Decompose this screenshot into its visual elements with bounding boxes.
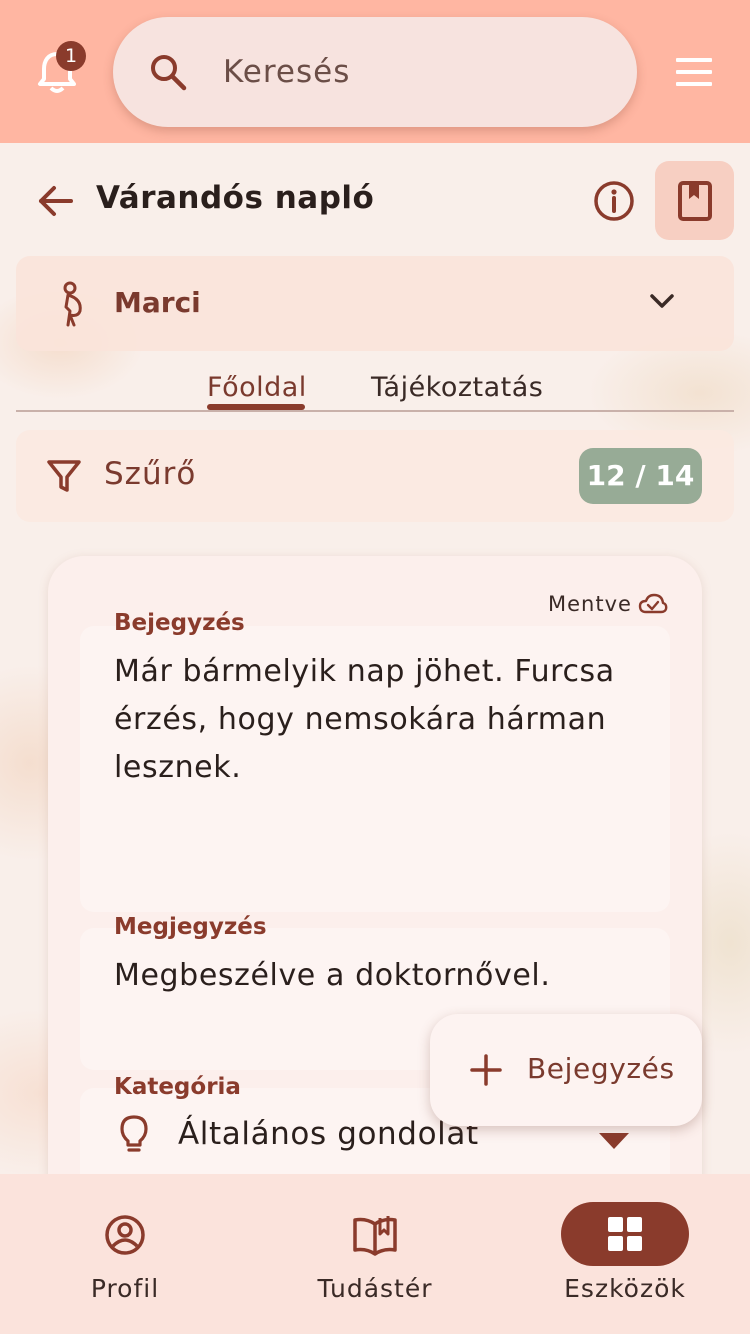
- notification-badge: 1: [56, 41, 86, 71]
- entry-field-label: Bejegyzés: [114, 610, 245, 636]
- add-entry-label: Bejegyzés: [527, 1052, 675, 1085]
- search-icon: [151, 55, 187, 91]
- back-arrow-icon[interactable]: [36, 182, 74, 220]
- note-text: Megbeszélve a doktornővel.: [114, 958, 551, 993]
- category-field-label: Kategória: [114, 1074, 241, 1100]
- nav-tools[interactable]: Eszközök: [525, 1174, 725, 1334]
- info-icon[interactable]: [593, 180, 635, 222]
- category-value: Általános gondolat: [178, 1116, 479, 1152]
- page-title: Várandós napló: [96, 180, 375, 216]
- filter-label: Szűrő: [104, 456, 197, 492]
- nav-knowledge[interactable]: Tudástér: [275, 1174, 475, 1334]
- filter-icon: [47, 460, 81, 492]
- nav-profile[interactable]: Profil: [25, 1174, 225, 1334]
- tab-information[interactable]: Tájékoztatás: [371, 372, 543, 403]
- saved-status: Mentve: [548, 592, 632, 616]
- tab-main[interactable]: Főoldal: [207, 372, 307, 403]
- entry-text: Már bármelyik nap jöhet. Furcsa érzés, h…: [114, 654, 615, 785]
- filter-bar[interactable]: Szűrő 12 / 14: [16, 430, 734, 522]
- profile-name: Marci: [114, 286, 201, 319]
- nav-knowledge-label: Tudástér: [317, 1274, 433, 1303]
- top-app-bar: 1: [0, 0, 750, 143]
- tab-bar: Főoldal Tájékoztatás: [16, 360, 734, 412]
- profile-icon: [105, 1215, 145, 1255]
- entry-count-badge: 12 / 14: [579, 448, 702, 504]
- book-open-icon: [353, 1216, 397, 1256]
- search-input[interactable]: [223, 47, 603, 97]
- bookmark-button[interactable]: [655, 161, 734, 240]
- pregnant-person-icon: [63, 281, 82, 327]
- grid-icon: [608, 1217, 642, 1251]
- note-field-label: Megjegyzés: [114, 914, 267, 940]
- nav-tools-label: Eszközök: [564, 1274, 686, 1303]
- plus-icon: [470, 1054, 502, 1086]
- entry-text-field[interactable]: Már bármelyik nap jöhet. Furcsa érzés, h…: [80, 626, 670, 912]
- hamburger-menu-icon[interactable]: [676, 58, 712, 86]
- book-icon: [678, 181, 712, 221]
- caret-down-icon: [599, 1133, 629, 1149]
- add-entry-button[interactable]: Bejegyzés: [430, 1014, 702, 1126]
- child-profile-selector[interactable]: Marci: [16, 256, 734, 351]
- cloud-check-icon: [638, 593, 668, 614]
- bottom-navigation: Profil Tudástér Eszközök: [0, 1174, 750, 1334]
- search-bar[interactable]: [113, 17, 637, 127]
- nav-profile-label: Profil: [90, 1274, 160, 1303]
- active-tab-indicator: [207, 404, 305, 410]
- chevron-down-icon: [650, 294, 674, 308]
- lightbulb-icon: [120, 1115, 148, 1152]
